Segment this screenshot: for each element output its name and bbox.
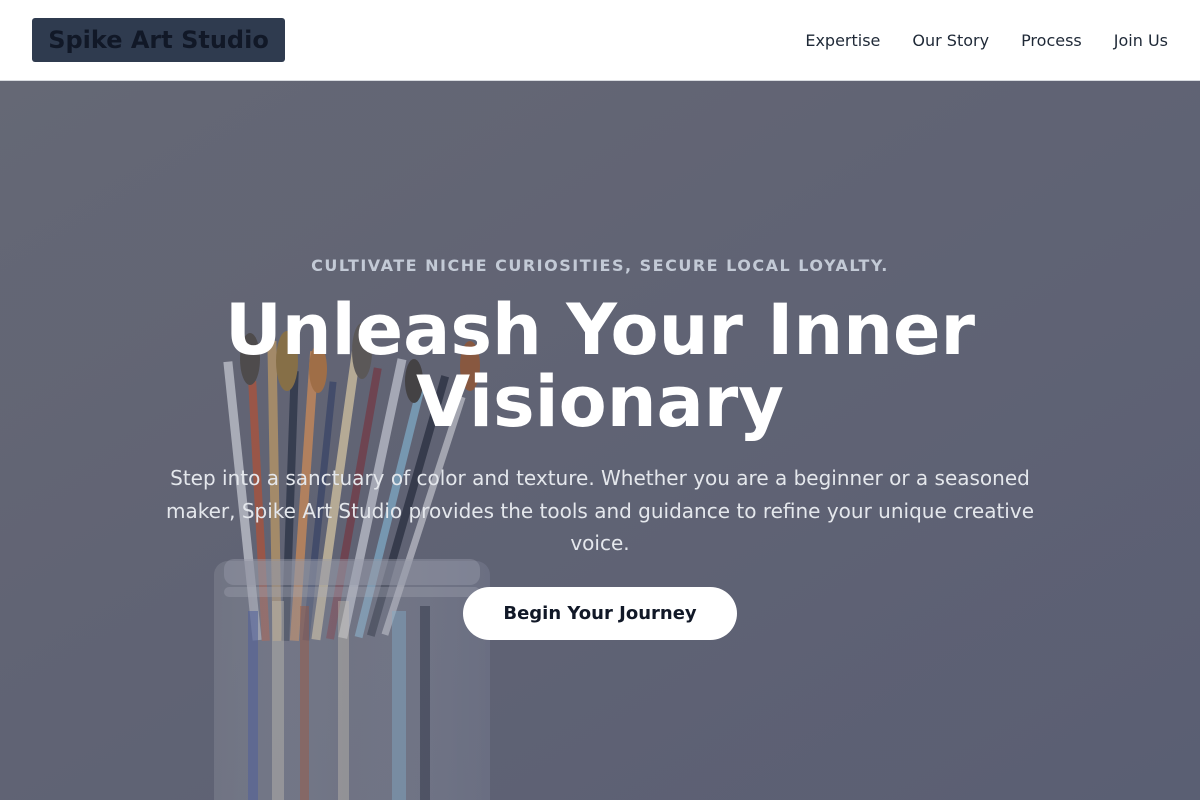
- site-header: Spike Art Studio Expertise Our Story Pro…: [0, 0, 1200, 81]
- hero-title: Unleash Your Inner Visionary: [224, 289, 976, 443]
- nav-link-join-us[interactable]: Join Us: [1114, 31, 1168, 50]
- brand-logo[interactable]: Spike Art Studio: [32, 18, 285, 62]
- nav-link-expertise[interactable]: Expertise: [805, 31, 880, 50]
- hero-description: Step into a sanctuary of color and textu…: [165, 466, 1034, 555]
- hero-section: CULTIVATE NICHE CURIOSITIES, SECURE LOCA…: [0, 81, 1200, 800]
- main-nav: Expertise Our Story Process Join Us: [805, 0, 1168, 80]
- begin-journey-button[interactable]: Begin Your Journey: [463, 587, 737, 640]
- nav-link-process[interactable]: Process: [1021, 31, 1082, 50]
- nav-link-our-story[interactable]: Our Story: [912, 31, 989, 50]
- hero-content: CULTIVATE NICHE CURIOSITIES, SECURE LOCA…: [0, 81, 1200, 800]
- hero-eyebrow: CULTIVATE NICHE CURIOSITIES, SECURE LOCA…: [311, 256, 889, 275]
